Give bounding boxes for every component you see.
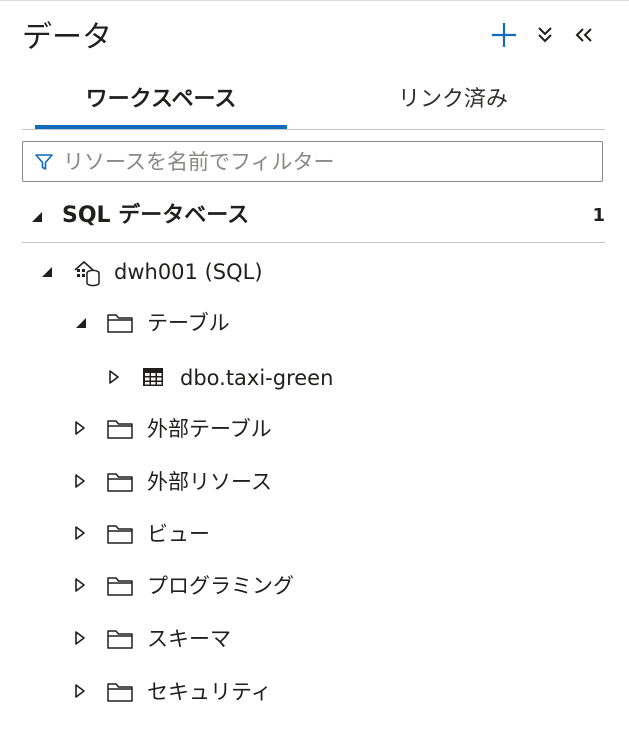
folder-icon xyxy=(106,522,134,550)
caret-collapsed-icon xyxy=(74,577,86,597)
table-icon xyxy=(142,367,164,391)
tree-item-views-folder[interactable]: ビュー xyxy=(22,514,582,554)
folder-label: プログラミング xyxy=(147,574,294,598)
folder-label: セキュリティ xyxy=(147,680,272,704)
folder-label: 外部テーブル xyxy=(147,417,272,441)
tree-item-external-resources-folder[interactable]: 外部リソース xyxy=(22,462,582,502)
caret-expanded-icon xyxy=(40,264,54,283)
folder-icon xyxy=(106,417,134,445)
tables-folder-label: テーブル xyxy=(147,311,230,335)
caret-collapsed-icon xyxy=(74,683,86,703)
section-title: SQL データベース xyxy=(62,203,250,228)
caret-collapsed-icon xyxy=(108,369,120,389)
caret-collapsed-icon xyxy=(74,473,86,493)
tree-item-programmability-folder[interactable]: プログラミング xyxy=(22,566,582,606)
table-label: dbo.taxi-green xyxy=(180,366,334,390)
collapse-all-button[interactable] xyxy=(528,20,562,54)
tree-item-security-folder[interactable]: セキュリティ xyxy=(22,672,582,712)
plus-icon xyxy=(491,22,517,52)
tabs-divider xyxy=(22,129,605,130)
folder-label: 外部リソース xyxy=(147,470,272,494)
caret-expanded-icon xyxy=(30,209,44,228)
database-label: dwh001 (SQL) xyxy=(114,260,263,284)
tab-linked[interactable]: リンク済み xyxy=(356,80,550,130)
folder-label: スキーマ xyxy=(147,627,231,651)
add-resource-button[interactable] xyxy=(487,20,521,54)
caret-collapsed-icon xyxy=(74,420,86,440)
tree-item-tables-folder[interactable]: テーブル xyxy=(22,303,582,343)
filter-input[interactable] xyxy=(63,149,583,174)
section-sql-databases[interactable]: SQL データベース 1 xyxy=(22,196,605,242)
sql-database-icon xyxy=(72,259,102,291)
folder-label: ビュー xyxy=(147,522,210,546)
tree-item-external-tables-folder[interactable]: 外部テーブル xyxy=(22,409,582,449)
tree-item-table[interactable]: dbo.taxi-green xyxy=(22,358,582,398)
folder-icon xyxy=(106,311,134,339)
section-divider xyxy=(22,242,605,243)
folder-icon xyxy=(106,680,134,708)
collapse-panel-button[interactable] xyxy=(567,20,601,54)
tab-workspace[interactable]: ワークスペース xyxy=(35,80,287,130)
filter-box[interactable] xyxy=(22,141,603,182)
caret-expanded-icon xyxy=(74,315,88,334)
tree-item-database[interactable]: dwh001 (SQL) xyxy=(22,252,582,292)
panel-top-border xyxy=(0,0,629,1)
folder-icon xyxy=(106,574,134,602)
double-chevron-left-icon xyxy=(575,27,593,47)
tree-item-schemas-folder[interactable]: スキーマ xyxy=(22,619,582,659)
folder-icon xyxy=(106,627,134,655)
folder-icon xyxy=(106,470,134,498)
double-chevron-down-icon xyxy=(537,26,553,48)
section-count: 1 xyxy=(592,205,605,226)
filter-icon xyxy=(33,151,55,173)
panel-title: データ xyxy=(22,20,112,55)
caret-collapsed-icon xyxy=(74,525,86,545)
caret-collapsed-icon xyxy=(74,630,86,650)
